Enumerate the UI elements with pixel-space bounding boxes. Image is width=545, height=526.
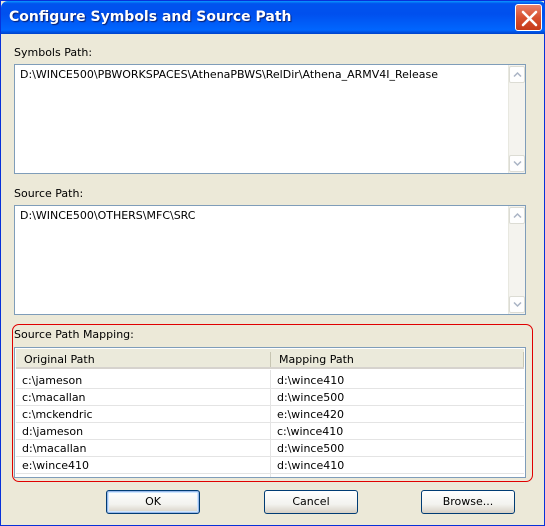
chevron-down-icon <box>513 160 522 167</box>
cell-original: e:\wince410 <box>22 459 90 472</box>
symbols-path-field[interactable]: D:\WINCE500\PBWORKSPACES\AthenaPBWS\RelD… <box>14 64 526 174</box>
column-header-mapping[interactable]: Mapping Path <box>279 353 354 366</box>
cell-original: c:\mckendric <box>22 408 93 421</box>
chevron-down-icon <box>513 301 522 308</box>
ok-button[interactable]: OK <box>106 490 200 514</box>
source-path-mapping-label: Source Path Mapping: <box>14 328 134 341</box>
table-header: Original Path Mapping Path <box>16 349 524 369</box>
cell-original: d:\macallan <box>22 442 87 455</box>
symbols-path-label: Symbols Path: <box>14 46 93 59</box>
table-row[interactable]: e:\wince410 d:\wince410 <box>16 457 524 474</box>
chevron-up-icon <box>513 212 522 219</box>
column-divider[interactable] <box>523 352 524 367</box>
cell-mapping: e:\wince420 <box>277 408 345 421</box>
table-row[interactable]: d:\jameson c:\wince410 <box>16 423 524 440</box>
source-scrollbar[interactable] <box>508 206 525 314</box>
cell-mapping: d:\wince500 <box>277 442 345 455</box>
cell-original: d:\jameson <box>22 425 84 438</box>
chevron-up-icon <box>513 71 522 78</box>
close-icon <box>521 10 538 27</box>
cell-mapping: d:\wince410 <box>277 459 345 472</box>
table-row[interactable]: c:\macallan d:\wince500 <box>16 389 524 406</box>
title-bar[interactable]: Configure Symbols and Source Path <box>1 1 545 34</box>
table-row[interactable]: c:\jameson d:\wince410 <box>16 372 524 389</box>
source-path-label: Source Path: <box>14 187 84 200</box>
column-header-original[interactable]: Original Path <box>24 353 95 366</box>
cancel-button[interactable]: Cancel <box>264 490 358 514</box>
scroll-down-button[interactable] <box>509 155 525 172</box>
browse-button[interactable]: Browse... <box>421 490 515 514</box>
column-divider[interactable] <box>270 352 271 367</box>
mapping-table[interactable]: Original Path Mapping Path c:\jameson d:… <box>14 347 526 478</box>
scroll-up-button[interactable] <box>509 207 525 224</box>
close-button[interactable] <box>515 4 542 31</box>
symbols-scrollbar[interactable] <box>508 65 525 173</box>
scroll-down-button[interactable] <box>509 296 525 313</box>
cell-mapping: d:\wince500 <box>277 391 345 404</box>
cell-mapping: d:\wince410 <box>277 374 345 387</box>
scroll-up-button[interactable] <box>509 66 525 83</box>
symbols-path-value: D:\WINCE500\PBWORKSPACES\AthenaPBWS\RelD… <box>20 68 438 81</box>
cell-original: c:\macallan <box>22 391 86 404</box>
cell-original: c:\jameson <box>22 374 83 387</box>
source-path-value: D:\WINCE500\OTHERS\MFC\SRC <box>20 209 196 222</box>
cell-mapping: c:\wince410 <box>277 425 344 438</box>
dialog-window: Configure Symbols and Source Path Symbol… <box>0 0 545 526</box>
source-path-field[interactable]: D:\WINCE500\OTHERS\MFC\SRC <box>14 205 526 315</box>
table-row[interactable]: d:\macallan d:\wince500 <box>16 440 524 457</box>
table-row[interactable]: c:\mckendric e:\wince420 <box>16 406 524 423</box>
window-title: Configure Symbols and Source Path <box>9 9 292 25</box>
